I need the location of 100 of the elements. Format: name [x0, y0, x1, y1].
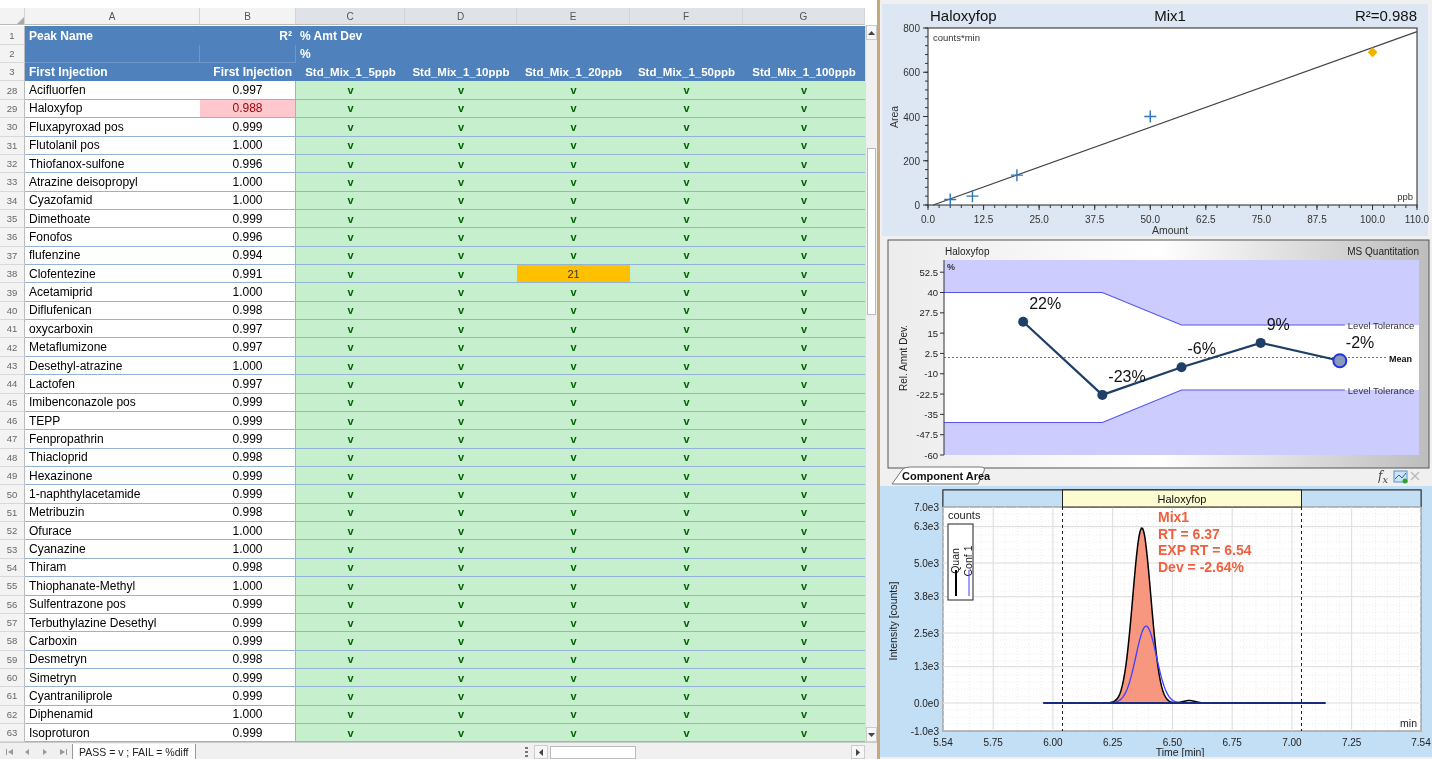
axis-tick-label: 1.3e3 [913, 661, 939, 673]
data-point[interactable] [1176, 362, 1187, 373]
column-header[interactable]: G [743, 8, 865, 25]
header-cell: Std_Mix_1_100ppb [743, 63, 865, 82]
column-header[interactable]: B [200, 8, 296, 25]
table-cell: Hexazinone [25, 467, 200, 486]
selected-data-point[interactable] [1332, 353, 1348, 369]
row-number[interactable]: 44 [0, 375, 25, 394]
axis-tick-label: 0 [914, 200, 920, 211]
scroll-up-button[interactable] [866, 25, 877, 40]
row-number[interactable]: 36 [0, 228, 25, 247]
axis-tick-label: 6.25 [1102, 737, 1123, 748]
tolerance-label: Level Tolerance [1347, 320, 1415, 331]
data-point[interactable] [1097, 389, 1108, 400]
row-number[interactable]: 58 [0, 632, 25, 651]
axis-tick-label: 7.25 [1341, 737, 1362, 748]
mode-title: MS Quantitation [1347, 246, 1419, 257]
table-cell: v [743, 81, 865, 100]
caret-right-icon [856, 748, 860, 756]
table-cell: v [517, 430, 630, 449]
unit-label: counts*min [933, 32, 980, 43]
table-cell: v [517, 81, 630, 100]
scrollbar-thumb[interactable] [867, 148, 876, 315]
header-cell: First Injection [200, 63, 296, 82]
axis-tick-label: 800 [903, 23, 920, 34]
splitter-icon[interactable] [525, 747, 528, 758]
scrollbar-thumb[interactable] [550, 745, 636, 759]
axis-tick-label: 5.0e3 [913, 557, 939, 569]
table-cell: v [743, 485, 865, 504]
row-number[interactable]: 1 [0, 26, 25, 45]
scroll-right-button[interactable] [851, 745, 865, 759]
table-cell: Thiacloprid [25, 448, 200, 467]
x-axis-title: Amount [1151, 224, 1189, 236]
table-cell: 21 [517, 265, 630, 284]
header-cell: % Amt Dev [296, 26, 865, 45]
table-cell: v [405, 485, 517, 504]
table-cell: v [743, 375, 865, 394]
table-cell: v [517, 338, 630, 357]
table-cell: v [296, 118, 405, 137]
row-number[interactable]: 53 [0, 540, 25, 559]
table-cell: Clofentezine [25, 265, 200, 284]
table-cell: oxycarboxin [25, 320, 200, 339]
header-cell: Std_Mix_1_10ppb [405, 63, 517, 82]
column-header[interactable]: F [630, 8, 743, 25]
formula-button[interactable]: f$_{x}$ [1378, 469, 1392, 485]
row-number[interactable]: 33 [0, 173, 25, 192]
row-number[interactable]: 41 [0, 320, 25, 339]
row-number[interactable]: 63 [0, 724, 25, 743]
sheet-tab[interactable]: PASS = v ; FAIL = %diff [72, 743, 196, 759]
header-cell: First Injection [25, 63, 200, 82]
table-cell: v [517, 632, 630, 651]
axis-tick-label: 400 [903, 111, 920, 123]
table-cell: v [405, 173, 517, 192]
table-cell: Metaflumizone [25, 338, 200, 357]
axis-tick-label: 3.8e3 [913, 591, 939, 603]
table-cell: Fluxapyroxad pos [25, 118, 200, 137]
table-cell: v [630, 522, 743, 541]
table-cell: Acifluorfen [25, 81, 200, 100]
column-header[interactable]: C [296, 8, 405, 25]
table-cell: 1-naphthylacetamide [25, 485, 200, 504]
row-number[interactable]: 52 [0, 522, 25, 541]
scroll-down-button[interactable] [866, 727, 877, 743]
row-number[interactable]: 50 [0, 485, 25, 504]
row-number[interactable]: 38 [0, 265, 25, 284]
data-point[interactable] [1255, 337, 1266, 348]
table-cell: v [743, 724, 865, 743]
axis-tick-label: 52.5 [919, 266, 938, 278]
axis-tick-label: 7.54 [1411, 737, 1431, 748]
table-cell: v [630, 81, 743, 100]
row-number[interactable]: 42 [0, 338, 25, 357]
axis-tick-label: -47.5 [916, 429, 938, 441]
row-number[interactable]: 3 [0, 63, 25, 82]
axis-tick-label: -60 [924, 449, 938, 461]
axis-tick-label: 7.0e3 [913, 501, 939, 513]
table-cell: v [405, 724, 517, 743]
row-number[interactable]: 30 [0, 118, 25, 137]
axis-tick-label: 0.0e0 [913, 697, 939, 709]
row-number[interactable]: 28 [0, 81, 25, 100]
data-point[interactable] [1018, 316, 1029, 327]
row-number[interactable]: 39 [0, 283, 25, 302]
column-header[interactable]: E [517, 8, 630, 25]
column-header[interactable]: A [25, 8, 200, 25]
table-cell: v [296, 81, 405, 100]
peak-annotation: Dev = -2.64% [1158, 558, 1244, 575]
table-cell: Cyazofamid [25, 191, 200, 210]
table-cell: v [296, 265, 405, 284]
compound-title: Haloxyfop [1157, 492, 1207, 505]
integration-window-bar[interactable] [1062, 489, 1302, 508]
scroll-left-button[interactable] [534, 745, 548, 759]
table-cell: v [743, 577, 865, 596]
sample-title: Mix1 [1154, 7, 1186, 24]
table-cell: v [517, 724, 630, 743]
column-header[interactable]: D [405, 8, 517, 25]
table-cell: v [405, 687, 517, 706]
chart-settings-icon[interactable] [1393, 470, 1408, 484]
row-number[interactable]: 47 [0, 430, 25, 449]
row-number[interactable]: 55 [0, 577, 25, 596]
axis-tick-label: 5.75 [983, 737, 1003, 748]
row-number[interactable]: 61 [0, 687, 25, 706]
legend-label: Conf 1 [962, 545, 974, 577]
